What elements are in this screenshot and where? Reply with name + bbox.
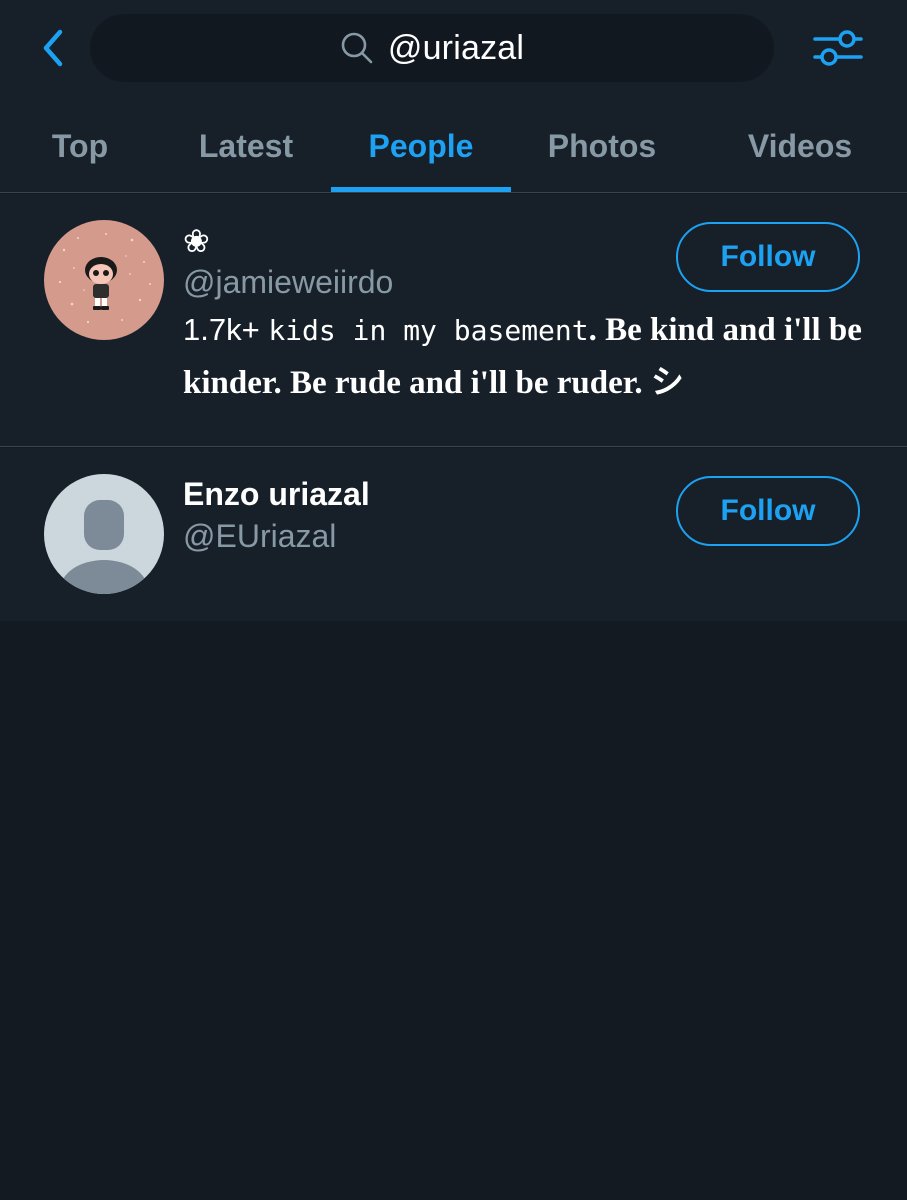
tab-videos[interactable]: Videos — [730, 100, 870, 193]
display-name: Enzo uriazal — [183, 476, 370, 512]
user-bio: 1.7k+ kids in my basement. Be kind and i… — [183, 304, 863, 409]
search-icon — [341, 32, 373, 64]
user-result[interactable]: Enzo uriazal @EUriazal Follow — [0, 448, 907, 621]
tab-top[interactable]: Top — [20, 100, 140, 193]
chevron-left-icon — [43, 29, 63, 67]
tab-people[interactable]: People — [331, 100, 511, 193]
default-avatar-icon — [44, 474, 164, 594]
avatar[interactable] — [44, 474, 164, 594]
search-filter-button[interactable] — [808, 22, 868, 74]
avatar-image — [44, 220, 164, 340]
follow-button[interactable]: Follow — [676, 476, 860, 546]
display-name: ❀ — [183, 223, 210, 259]
top-bar: @uriazal Top Latest People Photos Videos — [0, 0, 907, 193]
tab-latest[interactable]: Latest — [176, 100, 316, 193]
search-query: @uriazal — [387, 28, 525, 67]
active-tab-indicator — [331, 187, 511, 192]
bio-mono-text: kids in my basement — [268, 314, 589, 347]
username: @jamieweiirdo — [183, 264, 394, 300]
search-tabs: Top Latest People Photos Videos — [0, 100, 907, 193]
tab-photos[interactable]: Photos — [526, 100, 678, 193]
user-result[interactable]: ❀ @jamieweiirdo 1.7k+ kids in my basemen… — [0, 194, 907, 447]
follow-button[interactable]: Follow — [676, 222, 860, 292]
sliders-icon — [813, 30, 863, 66]
username: @EUriazal — [183, 518, 337, 554]
search-input[interactable]: @uriazal — [90, 14, 774, 82]
bio-count: 1.7k+ — [183, 312, 260, 347]
avatar[interactable] — [44, 220, 164, 340]
back-button[interactable] — [30, 24, 74, 72]
